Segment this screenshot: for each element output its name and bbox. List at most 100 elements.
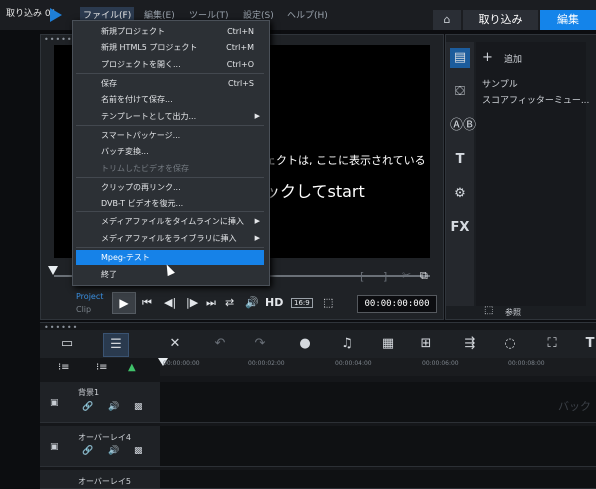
scrubber-handle[interactable] [48,266,58,275]
toolbox-icon[interactable]: ✕ [163,333,187,355]
volume-icon[interactable]: 🔊 [245,296,259,309]
submenu-arrow-icon: ▶ [254,112,260,120]
previous-frame-icon[interactable]: ◀| [164,296,176,309]
ruler-tick-label: 00:00:00:00 [163,360,200,367]
file-menu-item[interactable]: プロジェクトを開く... Ctrl+O [76,57,264,72]
file-menu-item[interactable]: バッチ変換... [76,144,264,159]
track-manager-icon[interactable]: ⁝≡ [58,362,70,373]
go-to-start-icon[interactable]: ⏮ [142,296,152,310]
file-menu-item[interactable]: DVB-T ビデオを復元... [76,196,264,211]
library-folder-item[interactable]: サンプル [482,77,518,90]
sound-mixer-icon[interactable]: ♫ [335,333,359,355]
menu-item-label: トリムしたビデオを保存 [101,164,189,173]
timecode-display[interactable]: 00:00:00:000 [357,295,437,313]
file-menu-item[interactable]: クリップの再リンク... [76,180,264,195]
link-icon[interactable]: 🔗 [82,446,93,456]
add-folder-label[interactable]: 追加 [504,52,522,65]
title-editor-icon[interactable]: T [578,333,596,355]
title-icon[interactable]: T [450,150,470,170]
track-lane-background[interactable] [160,382,596,423]
split-clip-icon[interactable]: ✂ [402,269,411,282]
menu-item-label: DVB-T ビデオを復元... [101,199,184,208]
menu-item-shortcut: Ctrl+N [227,27,254,36]
ruler-tick-label: 00:00:04:00 [335,360,372,367]
menu-item-label: クリップの再リンク... [101,183,181,192]
track-name: 背景1 [78,388,100,397]
file-menu-item[interactable]: 保存 Ctrl+S [76,76,264,91]
ripple-edit-icon[interactable]: ▩ [134,446,143,456]
tab-edit[interactable]: 編集 [540,10,596,30]
file-menu-item[interactable]: 新規 HTML5 プロジェクト Ctrl+M [76,40,264,55]
change-display-icon[interactable]: ⬚ [323,296,333,309]
menu-item-label: メディアファイルをライブラリに挿入 [101,234,237,243]
menu-item-label: スマートパッケージ... [101,131,181,140]
browse-icon[interactable]: ⬚ [484,305,493,316]
menu-separator [76,177,264,178]
file-menu-item[interactable]: メディアファイルをライブラリに挿入 ▶ [76,231,264,246]
track-mute-icon[interactable]: 🔊 [108,402,119,412]
file-menu-item[interactable]: テンプレートとして出力... ▶ [76,109,264,124]
motion-tracking-icon[interactable]: ⇶ [458,333,482,355]
submenu-arrow-icon: ▶ [254,234,260,242]
menu-separator [76,211,264,212]
file-menu-item[interactable]: 名前を付けて保存... [76,92,264,107]
link-icon[interactable]: 🔗 [82,402,93,412]
track-lane-overlay[interactable] [160,426,596,467]
menu-separator [76,73,264,74]
go-to-end-icon[interactable]: ⏭ [206,296,216,310]
instant-project-icon[interactable]: ⛋ [450,82,470,102]
menu-item-label: テンプレートとして出力... [101,112,197,121]
app-logo-icon [50,8,62,22]
menu-item-label: 終了 [101,270,117,279]
graphics-icon[interactable]: ⚙ [450,184,470,204]
ruler-tick-label: 00:00:08:00 [508,360,545,367]
mode-clip[interactable]: Clip [76,305,91,314]
window-title: 取り込み 01 [6,9,57,19]
track-placeholder-text: バック [558,400,591,413]
submenu-arrow-icon: ▶ [254,217,260,225]
library-folder-item[interactable]: スコアフィッターミュー... [482,93,589,106]
file-menu-item[interactable]: 新規プロジェクト Ctrl+N [76,24,264,39]
file-menu-item[interactable]: メディアファイルをタイムラインに挿入 ▶ [76,214,264,229]
aspect-ratio-button[interactable]: 16:9 [291,298,313,308]
home-tab[interactable]: ⌂ [433,10,461,30]
multi-trim-icon[interactable]: ⊞ [414,333,438,355]
browse-label[interactable]: 参照 [505,307,521,318]
transition-icon[interactable]: ⒶⒷ [450,116,476,136]
file-menu-item[interactable]: トリムしたビデオを保存 [76,161,264,176]
video-track-icon: ▣ [50,398,59,408]
ripple-edit-icon[interactable]: ▩ [134,402,143,412]
play-icon: ▶ [119,296,129,310]
enlarge-preview-icon[interactable]: ⧉ [420,269,428,283]
tab-import[interactable]: 取り込み [463,10,538,30]
menu-item-shortcut: Ctrl+M [226,43,254,52]
fx-filter-icon[interactable]: FX [450,218,470,238]
menu-help[interactable]: ヘルプ(H) [287,8,328,21]
next-frame-icon[interactable]: |▶ [186,296,198,309]
storyboard-view-icon[interactable]: ▭ [55,333,79,355]
subtitle-editor-icon[interactable]: ⛶ [540,333,564,355]
menu-item-shortcut: Ctrl+S [227,79,254,88]
file-menu-item[interactable]: スマートパッケージ... [76,128,264,143]
auto-music-icon[interactable]: ▦ [376,333,400,355]
media-library-icon[interactable]: ▤ [450,48,470,68]
chapter-cue-icon[interactable]: ⁝≡ [96,362,108,373]
repeat-icon[interactable]: ⇄ [225,296,234,309]
mark-out-icon[interactable]: ] [383,270,387,283]
hd-toggle[interactable]: HD [265,296,283,309]
track-lane-overlay[interactable] [160,470,596,489]
play-button[interactable]: ▶ [112,292,136,314]
undo-icon[interactable]: ↶ [208,333,232,355]
pan-zoom-icon[interactable]: ◌ [498,333,522,355]
menu-item-label: 新規 HTML5 プロジェクト [101,43,198,52]
mark-in-icon[interactable]: [ [360,270,364,283]
record-capture-icon[interactable]: ● [293,333,317,355]
add-folder-icon[interactable]: + [482,50,493,65]
timeline-view-icon[interactable]: ☰ [103,333,129,357]
add-marker-icon[interactable]: ▲ [128,362,136,373]
menu-item-shortcut: Ctrl+O [226,60,254,69]
mode-project[interactable]: Project [76,292,103,301]
track-name: オーバーレイ5 [78,477,132,486]
track-mute-icon[interactable]: 🔊 [108,446,119,456]
redo-icon[interactable]: ↷ [248,333,272,355]
